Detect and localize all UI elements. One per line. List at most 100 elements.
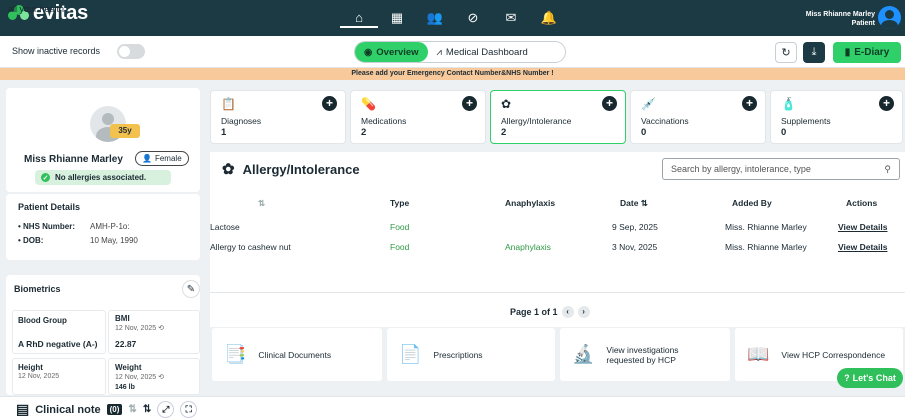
patient-name: Miss Rhianne Marley [24, 154, 123, 165]
card-label: View investigations requested by HCP [606, 344, 679, 365]
investigation-icon: 🔬 [572, 344, 595, 364]
tile-medications[interactable]: 💊 + Medications 2 [350, 90, 486, 144]
patient-details-title: Patient Details [18, 202, 81, 212]
user-info[interactable]: Miss Rhianne Marley Patient [806, 10, 875, 28]
alert-banner: Please add your Emergency Contact Number… [0, 68, 905, 80]
tile-label: Diagnoses [221, 116, 262, 126]
next-page-button[interactable]: › [577, 306, 590, 318]
add-medication-icon[interactable]: + [462, 96, 477, 111]
cell-date: 3 Nov, 2025 [612, 242, 658, 252]
tile-allergy-intolerance[interactable]: ✿ + Allergy/Intolerance 2 [490, 90, 626, 144]
fullscreen-icon[interactable]: ⛶ [180, 401, 198, 418]
table-header: ⇅ Type Anaphylaxis Date ⇅ Added By Actio… [210, 192, 905, 214]
tile-supplements[interactable]: 🧴 + Supplements 0 [770, 90, 903, 144]
tile-count: 2 [361, 127, 367, 138]
chart-icon: ⩘ [436, 46, 442, 58]
blood-group-value: A RhD negative (A-) [18, 339, 98, 349]
cell-date: 9 Sep, 2025 [612, 222, 658, 232]
nhs-value: AMH-P-1o: [90, 222, 130, 231]
lets-chat-button[interactable]: ? Let's Chat [837, 368, 903, 388]
calendar-icon[interactable]: ▦ [378, 8, 416, 28]
pagination: Page 1 of 1 ‹ › [510, 306, 590, 318]
height-title: Height [18, 363, 43, 372]
clinical-note-bar: ▤ Clinical note (0) ⇅ ⇅ ⤢ ⛶ [0, 396, 905, 419]
bell-icon[interactable]: 🔔 [530, 8, 568, 28]
help-icon: ? [844, 373, 850, 383]
person-icon: 👤 [142, 154, 152, 163]
brand-tagline: all your health [8, 4, 65, 14]
tile-label: Medications [361, 116, 407, 126]
col-anaphylaxis: Anaphylaxis [505, 198, 556, 208]
toolbar: Show inactive records ◉ Overview ⩘ Medical… [0, 36, 905, 68]
allergy-panel: ✿ Allergy/Intolerance Search by allergy, … [210, 152, 905, 327]
col-date[interactable]: Date ⇅ [620, 198, 648, 209]
col-actions: Actions [846, 198, 878, 208]
bottle-icon: 🧴 [781, 97, 796, 111]
main-nav: ⌂ ▦ 👥 ⊘ ✉ 🔔 [340, 8, 568, 28]
tile-count: 0 [641, 127, 647, 138]
ediary-button[interactable]: ▮ E-Diary [833, 42, 901, 63]
inactive-records-toggle[interactable] [117, 44, 145, 59]
prescription-icon: 📄 [399, 344, 422, 364]
clipboard-icon: 📋 [221, 97, 236, 111]
bmi-date: 12 Nov, 2025 ⟲ [115, 325, 164, 332]
user-role: Patient [851, 20, 875, 27]
mail-icon[interactable]: ✉ [492, 8, 530, 28]
expand-icon[interactable]: ⤢ [157, 401, 175, 418]
allergy-status-badge: ✓ No allergies associated. [35, 170, 171, 185]
documents-icon: 📑 [224, 344, 247, 364]
edit-pencil-icon[interactable]: ✎ [182, 280, 200, 298]
search-input[interactable]: Search by allergy, intolerance, type ⚲ [662, 158, 900, 180]
search-placeholder: Search by allergy, intolerance, type [671, 164, 811, 174]
tab-overview-label: Overview [376, 46, 419, 58]
clinical-note[interactable]: ▤ Clinical note (0) ⇅ ⇅ ⤢ ⛶ [16, 401, 198, 418]
sort-desc-icon[interactable]: ⇅ [143, 404, 151, 415]
prescriptions-card[interactable]: 📄 Prescriptions [387, 328, 555, 381]
card-label: Prescriptions [433, 349, 483, 360]
diary-icon: ▮ [844, 47, 851, 58]
ediary-label: E-Diary [854, 47, 890, 58]
pills-icon: 💊 [361, 97, 376, 111]
people-icon[interactable]: 👥 [416, 8, 454, 28]
section-title: Allergy/Intolerance [242, 161, 360, 177]
view-details-link[interactable]: View Details [838, 242, 887, 252]
investigations-card[interactable]: 🔬 View investigations requested by HCP [560, 328, 730, 381]
syringe-icon: 💉 [641, 97, 656, 111]
add-supplement-icon[interactable]: + [879, 96, 894, 111]
add-vaccination-icon[interactable]: + [742, 96, 757, 111]
view-switch: ◉ Overview ⩘ Medical Dashboard [354, 41, 566, 63]
user-avatar-icon[interactable] [878, 6, 901, 29]
tab-overview[interactable]: ◉ Overview [355, 42, 428, 62]
tile-label: Supplements [781, 116, 831, 126]
clinical-documents-card[interactable]: 📑 Clinical Documents [212, 328, 382, 381]
cell-type: Food [390, 242, 410, 252]
tile-vaccinations[interactable]: 💉 + Vaccinations 0 [630, 90, 766, 144]
add-allergy-icon[interactable]: + [602, 96, 617, 111]
view-details-link[interactable]: View Details [838, 222, 887, 232]
dob-value: 10 May, 1990 [90, 236, 138, 245]
biometrics-title: Biometrics [14, 284, 61, 294]
add-diagnosis-icon[interactable]: + [322, 96, 337, 111]
home-icon[interactable]: ⌂ [340, 8, 378, 28]
tile-count: 2 [501, 127, 507, 138]
weight-date: 12 Nov, 2025 ⟲ [115, 374, 164, 381]
top-bar: evitas all your health ⌂ ▦ 👥 ⊘ ✉ 🔔 Miss … [0, 0, 905, 36]
link-icon[interactable]: ⊘ [454, 8, 492, 28]
tile-label: Allergy/Intolerance [501, 116, 572, 126]
download-icon[interactable]: ⤓ [803, 42, 825, 63]
book-icon: 📖 [747, 344, 770, 364]
cell-name: Lactose [210, 222, 240, 232]
sort-icon[interactable]: ⇅ [128, 404, 136, 415]
eye-icon: ◉ [364, 46, 373, 58]
virus-icon: ✿ [501, 97, 512, 111]
tab-medical-dashboard[interactable]: ⩘ Medical Dashboard [428, 42, 537, 62]
tile-diagnoses[interactable]: 📋 + Diagnoses 1 [210, 90, 346, 144]
tile-count: 1 [221, 127, 227, 138]
cell-type: Food [390, 222, 410, 232]
age-badge: 35y [110, 124, 140, 138]
clinical-note-count: (0) [106, 404, 123, 415]
card-label: Clinical Documents [258, 349, 332, 360]
refresh-icon[interactable]: ↻ [775, 42, 797, 63]
sort-name-icon[interactable]: ⇅ [258, 198, 265, 209]
prev-page-button[interactable]: ‹ [561, 306, 574, 318]
